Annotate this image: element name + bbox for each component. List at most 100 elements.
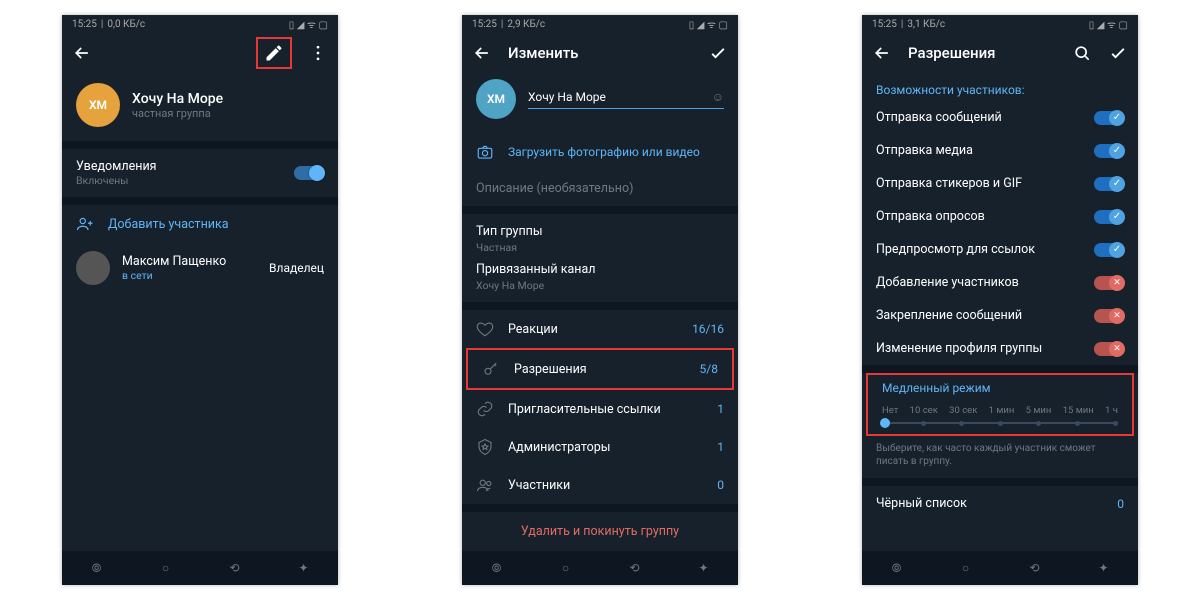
emoji-icon[interactable]: ☺: [712, 90, 724, 104]
permission-row[interactable]: Отправка сообщений: [862, 101, 1138, 134]
permission-row[interactable]: Отправка стикеров и GIF: [862, 167, 1138, 200]
group-type-row[interactable]: Тип группы Частная: [462, 214, 738, 258]
blacklist-row[interactable]: Чёрный список 0: [862, 486, 1138, 521]
nav-accessibility-icon[interactable]: ✦: [1096, 560, 1112, 576]
key-icon: [482, 360, 500, 378]
navbar: ⦾ ○ ⟲ ✦: [862, 551, 1138, 585]
permissions-value: 5/8: [700, 362, 718, 376]
nav-accessibility-icon[interactable]: ✦: [296, 560, 312, 576]
upload-photo-row[interactable]: Загрузить фотографию или видео: [462, 133, 738, 171]
member-role: Владелец: [269, 261, 324, 275]
permission-label: Отправка медиа: [876, 143, 973, 158]
permission-toggle[interactable]: [1094, 177, 1124, 191]
status-speed: 2,9 КБ/с: [507, 19, 545, 30]
reactions-label: Реакции: [508, 322, 678, 337]
slow-option-label: 1 ч: [1105, 405, 1118, 416]
status-time: 15:25: [472, 19, 497, 30]
group-avatar[interactable]: ХМ: [76, 83, 120, 127]
permission-row[interactable]: Добавление участников: [862, 266, 1138, 299]
slow-option-label: 15 мин: [1063, 405, 1094, 416]
permission-label: Отправка опросов: [876, 209, 985, 224]
back-icon[interactable]: [72, 43, 92, 63]
slow-mode-labels: Нет10 сек30 сек1 мин5 мин15 мин1 ч: [882, 405, 1118, 416]
confirm-icon[interactable]: [1108, 43, 1128, 63]
admins-row[interactable]: Администраторы 1: [462, 428, 738, 466]
permission-toggle[interactable]: [1094, 309, 1124, 323]
camera-icon: [476, 143, 494, 161]
permission-label: Предпросмотр для ссылок: [876, 242, 1035, 257]
nav-accessibility-icon[interactable]: ✦: [696, 560, 712, 576]
group-avatar[interactable]: ХМ: [476, 79, 516, 119]
description-input[interactable]: Описание (необязательно): [462, 171, 738, 206]
delete-leave-button[interactable]: Удалить и покинуть группу: [462, 512, 738, 551]
member-avatar: [76, 251, 110, 285]
members-label: Участники: [508, 478, 703, 493]
navbar: ⦾ ○ ⟲ ✦: [462, 551, 738, 585]
nav-recent-icon[interactable]: ⟲: [627, 560, 643, 576]
members-row[interactable]: Участники 0: [462, 466, 738, 504]
slow-option-label: 10 сек: [910, 405, 938, 416]
appbar: Изменить: [462, 33, 738, 73]
group-name-input[interactable]: Хочу На Море ☺: [528, 90, 724, 109]
slow-mode-title: Медленный режим: [868, 375, 1132, 399]
invite-links-row[interactable]: Пригласительные ссылки 1: [462, 390, 738, 428]
status-icons: ▯ ◢ ᯤ ▢: [289, 17, 328, 31]
status-speed: 3,1 КБ/с: [907, 19, 945, 30]
permission-row[interactable]: Отправка опросов: [862, 200, 1138, 233]
page-title: Разрешения: [908, 44, 1056, 62]
heart-icon: [476, 320, 494, 338]
avatar-initials: ХМ: [89, 98, 107, 112]
notifications-row[interactable]: Уведомления Включены: [62, 149, 338, 197]
permission-row[interactable]: Закрепление сообщений: [862, 299, 1138, 332]
statusbar: 15:25 | 3,1 КБ/с ▯ ◢ ᯤ ▢: [862, 15, 1138, 33]
permission-toggle[interactable]: [1094, 276, 1124, 290]
more-icon[interactable]: [308, 43, 328, 63]
navbar: ⦾ ○ ⟲ ✦: [62, 551, 338, 585]
permission-row[interactable]: Изменение профиля группы: [862, 332, 1138, 365]
status-icons: ▯ ◢ ᯤ ▢: [1089, 17, 1128, 31]
permission-toggle[interactable]: [1094, 111, 1124, 125]
screen-permissions: 15:25 | 3,1 КБ/с ▯ ◢ ᯤ ▢ Разрешения Возм…: [862, 15, 1138, 585]
invite-links-label: Пригласительные ссылки: [508, 402, 703, 417]
reactions-row[interactable]: Реакции 16/16: [462, 310, 738, 348]
confirm-icon[interactable]: [708, 43, 728, 63]
nav-home-icon[interactable]: ○: [958, 560, 974, 576]
nav-recent-icon[interactable]: ⟲: [1027, 560, 1043, 576]
nav-recent-icon[interactable]: ⟲: [227, 560, 243, 576]
linked-channel-row[interactable]: Привязанный канал Хочу На Море: [462, 258, 738, 302]
back-icon[interactable]: [872, 43, 892, 63]
search-icon[interactable]: [1072, 43, 1092, 63]
permissions-row[interactable]: Разрешения 5/8: [466, 348, 734, 390]
notifications-toggle[interactable]: [294, 166, 324, 180]
description-placeholder: Описание (необязательно): [476, 181, 724, 196]
nav-back-icon[interactable]: ⦾: [489, 560, 505, 576]
nav-home-icon[interactable]: ○: [158, 560, 174, 576]
blacklist-label: Чёрный список: [876, 496, 1103, 511]
notifications-label: Уведомления: [76, 159, 280, 174]
permission-label: Добавление участников: [876, 275, 1019, 290]
slow-mode-slider[interactable]: [882, 422, 1118, 424]
nav-back-icon[interactable]: ⦾: [89, 560, 105, 576]
appbar: [62, 33, 338, 73]
slow-option-label: 30 сек: [949, 405, 977, 416]
slow-mode-hint: Выберите, как часто каждый участник смож…: [862, 436, 1138, 478]
profile-header: ХМ Хочу На Море частная группа: [62, 73, 338, 141]
add-member-row[interactable]: Добавить участника: [62, 205, 338, 243]
member-row[interactable]: Максим Пащенко в сети Владелец: [62, 243, 338, 293]
permission-toggle[interactable]: [1094, 342, 1124, 356]
invite-links-value: 1: [717, 402, 724, 416]
back-icon[interactable]: [472, 43, 492, 63]
slow-mode-thumb[interactable]: [880, 418, 890, 428]
permission-toggle[interactable]: [1094, 243, 1124, 257]
permission-row[interactable]: Отправка медиа: [862, 134, 1138, 167]
permission-row[interactable]: Предпросмотр для ссылок: [862, 233, 1138, 266]
nav-back-icon[interactable]: ⦾: [889, 560, 905, 576]
nav-home-icon[interactable]: ○: [558, 560, 574, 576]
permission-toggle[interactable]: [1094, 210, 1124, 224]
screen-group-profile: 15:25 | 0,0 КБ/с ▯ ◢ ᯤ ▢ ХМ Хочу На Море…: [62, 15, 338, 585]
slow-option-label: Нет: [882, 405, 898, 416]
permission-toggle[interactable]: [1094, 144, 1124, 158]
group-name: Хочу На Море: [132, 91, 223, 107]
edit-icon[interactable]: [256, 37, 292, 69]
permission-label: Закрепление сообщений: [876, 308, 1022, 323]
